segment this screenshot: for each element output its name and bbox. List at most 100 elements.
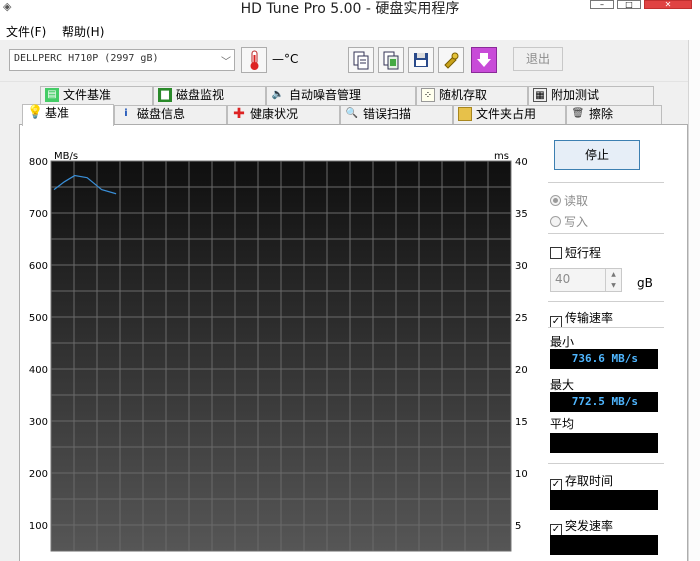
spinner-arrows[interactable]: ▲ ▼ xyxy=(605,269,621,291)
drive-select[interactable]: DELLPERC H710P (2997 gB) ﹀ xyxy=(9,49,235,71)
short-stroke-input[interactable]: 40 ▲ ▼ xyxy=(550,268,622,292)
y-right-ticks: 5 10 15 20 25 30 35 40 xyxy=(515,157,528,532)
tab-random-access[interactable]: ⁘ 随机存取 xyxy=(416,86,528,105)
read-label: 读取 xyxy=(564,194,589,208)
y-right-tick-label: 30 xyxy=(515,261,528,272)
thermometer-icon xyxy=(250,50,259,70)
transfer-rate-checkbox[interactable]: ✓ 传输速率 xyxy=(550,309,613,328)
y-left-tick-label: 800 xyxy=(29,157,48,168)
y-right-tick-label: 35 xyxy=(515,209,528,220)
tab-extra-tests[interactable]: ▦ 附加测试 xyxy=(528,86,654,105)
min-value: 736.6 MB/s xyxy=(550,349,658,369)
tab-folder-usage[interactable]: 文件夹占用 xyxy=(453,105,566,124)
tab-disk-info[interactable]: i 磁盘信息 xyxy=(114,105,227,124)
tab-disk-monitor[interactable]: ▆ 磁盘监视 xyxy=(153,86,266,105)
tab-label: 擦除 xyxy=(589,107,614,121)
y-left-tick-label: 600 xyxy=(29,261,48,272)
title-bar: ◈ HD Tune Pro 5.00 - 硬盘实用程序 – □ ✕ xyxy=(0,0,700,18)
tab-file-benchmark[interactable]: ▤ 文件基准 xyxy=(40,86,153,105)
burst-rate-checkbox[interactable]: ✓ 突发速率 xyxy=(550,517,613,536)
avg-value xyxy=(550,433,658,453)
radio-empty-icon xyxy=(550,216,561,227)
checkbox-empty-icon xyxy=(550,247,562,259)
tab-benchmark[interactable]: 💡 基准 xyxy=(22,104,114,126)
control-panel: 停止 读取 写入 短行程 40 ▲ ▼ gB ✓ 传输速率 最小 736.6 MB/… xyxy=(542,130,682,561)
min-label: 最小 xyxy=(550,335,575,349)
save-button[interactable] xyxy=(408,47,434,73)
menu-file[interactable]: 文件(F) xyxy=(6,23,46,40)
write-radio[interactable]: 写入 xyxy=(550,213,588,230)
tab-label: 错误扫描 xyxy=(363,107,412,121)
transfer-rate-label: 传输速率 xyxy=(565,311,614,325)
arrow-down-icon xyxy=(477,53,491,67)
max-label: 最大 xyxy=(550,378,575,392)
toolbar: DELLPERC H710P (2997 gB) ﹀ —°C 退出 xyxy=(0,40,688,82)
grid-lines xyxy=(51,161,511,552)
y-right-tick-label: 5 xyxy=(515,521,521,532)
access-time-value xyxy=(550,490,658,510)
grid-icon: ▦ xyxy=(533,88,547,102)
scatter-icon: ⁘ xyxy=(421,88,435,102)
short-stroke-checkbox[interactable]: 短行程 xyxy=(550,244,601,261)
y-left-tick-label: 400 xyxy=(29,365,48,376)
access-time-label: 存取时间 xyxy=(565,474,614,488)
y-right-tick-label: 10 xyxy=(515,469,528,480)
trash-icon: 🗑 xyxy=(571,108,585,119)
tab-health[interactable]: ✚ 健康状况 xyxy=(227,105,340,124)
y-right-tick-label: 15 xyxy=(515,417,528,428)
y-left-tick-label: 200 xyxy=(29,469,48,480)
y-right-tick-label: 20 xyxy=(515,365,528,376)
short-stroke-label: 短行程 xyxy=(565,246,602,260)
tab-aam[interactable]: 🔈 自动噪音管理 xyxy=(266,86,416,105)
benchmark-chart: MB/s ms 100 200 300 400 500 600 700 800 5 10 15 20… xyxy=(29,151,528,552)
speaker-icon: 🔈 xyxy=(271,89,285,100)
stop-button[interactable]: 停止 xyxy=(554,140,640,170)
y-left-tick-label: 100 xyxy=(29,521,48,532)
download-button[interactable] xyxy=(471,47,497,73)
short-stroke-unit: gB xyxy=(637,276,653,290)
file-benchmark-icon: ▤ xyxy=(45,88,59,102)
tab-label: 磁盘监视 xyxy=(176,88,225,102)
menu-help[interactable]: 帮助(H) xyxy=(62,23,104,40)
write-label: 写入 xyxy=(564,215,589,229)
copy-screenshot-icon xyxy=(383,51,399,70)
folder-icon xyxy=(458,107,472,121)
options-button[interactable] xyxy=(438,47,464,73)
separator xyxy=(548,233,664,234)
close-button[interactable]: ✕ xyxy=(644,0,692,9)
tab-error-scan[interactable]: 🔍 错误扫描 xyxy=(340,105,453,124)
info-icon: i xyxy=(124,108,128,119)
tools-icon xyxy=(444,52,459,69)
exit-button[interactable]: 退出 xyxy=(513,47,563,71)
tab-label: 随机存取 xyxy=(439,88,488,102)
minimize-button[interactable]: – xyxy=(590,0,614,9)
temperature-readout: —°C xyxy=(272,52,299,66)
red-cross-icon: ✚ xyxy=(233,106,245,122)
separator xyxy=(548,301,664,302)
y-left-tick-label: 300 xyxy=(29,417,48,428)
magnifier-icon: 🔍 xyxy=(345,108,359,119)
separator xyxy=(548,463,664,464)
read-radio[interactable]: 读取 xyxy=(550,192,588,209)
radio-selected-icon xyxy=(550,195,561,206)
temperature-button[interactable] xyxy=(241,47,267,73)
copy-image-button[interactable] xyxy=(378,47,404,73)
short-stroke-value: 40 xyxy=(555,272,571,286)
tab-label: 文件夹占用 xyxy=(476,107,537,121)
maximize-button[interactable]: □ xyxy=(617,0,641,9)
separator xyxy=(548,182,664,183)
copy-icon xyxy=(353,51,369,70)
y-left-tick-label: 500 xyxy=(29,313,48,324)
tab-label: 基准 xyxy=(45,106,70,120)
access-time-checkbox[interactable]: ✓ 存取时间 xyxy=(550,472,613,491)
floppy-disk-icon xyxy=(414,53,428,67)
tab-label: 健康状况 xyxy=(250,107,299,121)
y-right-tick-label: 40 xyxy=(515,157,528,168)
tab-label: 文件基准 xyxy=(63,88,112,102)
tab-erase[interactable]: 🗑 擦除 xyxy=(566,105,662,124)
burst-rate-value xyxy=(550,535,658,555)
y-left-ticks: 100 200 300 400 500 600 700 800 xyxy=(29,157,48,532)
burst-rate-label: 突发速率 xyxy=(565,519,614,533)
copy-text-button[interactable] xyxy=(348,47,374,73)
tab-label: 附加测试 xyxy=(551,88,600,102)
